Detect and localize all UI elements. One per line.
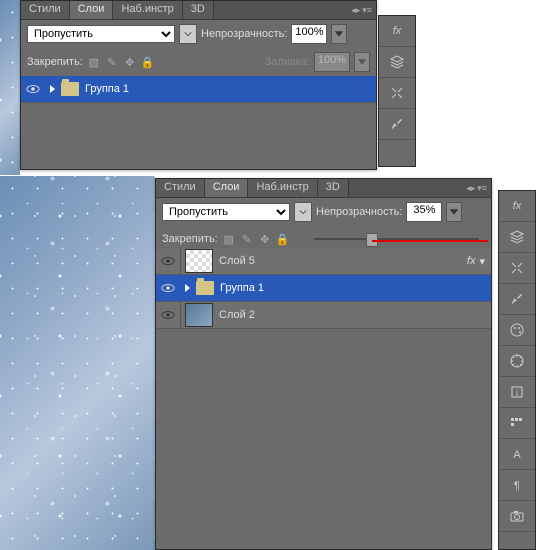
lock-all-icon[interactable]: 🔒 bbox=[141, 55, 155, 69]
svg-text:¶: ¶ bbox=[514, 480, 520, 492]
right-toolstrip-top: fx bbox=[378, 15, 416, 167]
layer-fx-indicator[interactable]: fx▾ bbox=[467, 255, 491, 268]
layer-group-1-b[interactable]: Группа 1 bbox=[156, 275, 491, 302]
annotation-red-underline bbox=[372, 240, 488, 242]
svg-text:i: i bbox=[516, 388, 518, 398]
layer-name[interactable]: Группа 1 bbox=[85, 83, 129, 95]
lock-icons-group: ▧ ✎ ✥ 🔒 bbox=[87, 55, 155, 69]
layer-group-1[interactable]: Группа 1 bbox=[21, 76, 376, 103]
layer-2[interactable]: Слой 2 bbox=[156, 302, 491, 329]
lock-fill-row: Закрепить: ▧ ✎ ✥ 🔒 Заливка: 100% bbox=[21, 48, 376, 76]
lock-label: Закрепить: bbox=[27, 56, 83, 68]
fx-icon[interactable]: fx bbox=[379, 16, 415, 47]
opacity-flyout-button-2[interactable] bbox=[446, 202, 462, 222]
tab-styles[interactable]: Стили bbox=[21, 1, 70, 19]
folder-icon-g1 bbox=[196, 281, 214, 295]
compass-icon[interactable] bbox=[499, 346, 535, 377]
layers-panel-bottom: Стили Слои Наб.инстр 3D ◂▸▾≡ Пропустить … bbox=[155, 178, 492, 550]
opacity-flyout-button[interactable] bbox=[331, 24, 347, 44]
tab-3d[interactable]: 3D bbox=[183, 1, 214, 19]
fill-value: 100% bbox=[314, 52, 350, 72]
svg-text:A: A bbox=[513, 449, 521, 461]
lock-pixels-icon-2[interactable]: ✎ bbox=[240, 232, 254, 246]
tools-icon[interactable] bbox=[379, 78, 415, 109]
visibility-toggle[interactable] bbox=[21, 76, 46, 102]
blend-opacity-row-2: Пропустить Непрозрачность: 35% bbox=[156, 198, 491, 226]
opacity-label: Непрозрачность: bbox=[201, 28, 287, 40]
layer-name-g1[interactable]: Группа 1 bbox=[220, 282, 264, 294]
background-winter-top bbox=[0, 0, 20, 175]
adjustments-icon[interactable] bbox=[499, 408, 535, 439]
lock-position-icon[interactable]: ✥ bbox=[123, 55, 137, 69]
opacity-value-2[interactable]: 35% bbox=[406, 202, 442, 222]
paragraph-icon[interactable]: ¶ bbox=[499, 470, 535, 501]
blend-mode-select[interactable]: Пропустить bbox=[27, 25, 175, 43]
lock-transparency-icon-2[interactable]: ▧ bbox=[222, 232, 236, 246]
text-icon[interactable]: A bbox=[499, 439, 535, 470]
fill-flyout-button[interactable] bbox=[354, 52, 370, 72]
blend-opacity-row: Пропустить Непрозрачность: 100% bbox=[21, 20, 376, 48]
palette-icon[interactable] bbox=[499, 315, 535, 346]
folder-icon bbox=[61, 82, 79, 96]
layers-list: Группа 1 bbox=[21, 76, 376, 103]
lock-icons-group-2: ▧ ✎ ✥ 🔒 bbox=[222, 232, 290, 246]
layers-list-2: Слой 5 fx▾ Группа 1 Слой 2 bbox=[156, 248, 491, 329]
blend-mode-select-2[interactable]: Пропустить bbox=[162, 203, 290, 221]
lock-transparency-icon[interactable]: ▧ bbox=[87, 55, 101, 69]
info-icon[interactable]: i bbox=[499, 377, 535, 408]
expand-icon-g1[interactable] bbox=[185, 284, 190, 292]
layer-thumbnail[interactable] bbox=[185, 249, 213, 273]
lock-position-icon-2[interactable]: ✥ bbox=[258, 232, 272, 246]
layer-5[interactable]: Слой 5 fx▾ bbox=[156, 248, 491, 275]
visibility-toggle-l2[interactable] bbox=[156, 302, 181, 328]
lock-all-icon-2[interactable]: 🔒 bbox=[276, 232, 290, 246]
tab-3d-2[interactable]: 3D bbox=[318, 179, 349, 197]
layers-stack-icon-2[interactable] bbox=[499, 222, 535, 253]
brush-icon[interactable] bbox=[379, 109, 415, 140]
layers-stack-icon[interactable] bbox=[379, 47, 415, 78]
camera-icon[interactable] bbox=[499, 501, 535, 532]
tools-icon-2[interactable] bbox=[499, 253, 535, 284]
visibility-toggle-g1[interactable] bbox=[156, 275, 181, 301]
panel-tabs-2: Стили Слои Наб.инстр 3D ◂▸▾≡ bbox=[156, 179, 491, 198]
layer-thumbnail-l2[interactable] bbox=[185, 303, 213, 327]
fill-label: Заливка: bbox=[265, 56, 310, 68]
tab-toolset-2[interactable]: Наб.инстр bbox=[248, 179, 317, 197]
lock-pixels-icon[interactable]: ✎ bbox=[105, 55, 119, 69]
opacity-value[interactable]: 100% bbox=[291, 24, 327, 44]
expand-icon[interactable] bbox=[50, 85, 55, 93]
visibility-toggle-l5[interactable] bbox=[156, 248, 181, 274]
layer-name-l2[interactable]: Слой 2 bbox=[219, 309, 255, 321]
lock-label-2: Закрепить: bbox=[162, 233, 218, 245]
layer-name-l5[interactable]: Слой 5 bbox=[219, 255, 255, 267]
blend-dropdown-button[interactable] bbox=[179, 24, 197, 44]
background-winter-left bbox=[0, 176, 155, 550]
lock-row-2: Закрепить: ▧ ✎ ✥ 🔒 bbox=[156, 226, 491, 248]
layers-panel-top: Стили Слои Наб.инстр 3D ◂▸▾≡ Пропустить … bbox=[20, 0, 377, 170]
opacity-label-2: Непрозрачность: bbox=[316, 206, 402, 218]
brush-icon-2[interactable] bbox=[499, 284, 535, 315]
panel-tabs: Стили Слои Наб.инстр 3D ◂▸▾≡ bbox=[21, 1, 376, 20]
panel-menu-2[interactable]: ◂▸▾≡ bbox=[466, 179, 491, 197]
blend-dropdown-button-2[interactable] bbox=[294, 202, 312, 222]
tab-layers[interactable]: Слои bbox=[70, 1, 114, 19]
tab-styles-2[interactable]: Стили bbox=[156, 179, 205, 197]
right-toolstrip-bottom: fx i A ¶ bbox=[498, 190, 536, 550]
tab-layers-2[interactable]: Слои bbox=[205, 179, 249, 197]
tab-toolset[interactable]: Наб.инстр bbox=[113, 1, 182, 19]
panel-menu[interactable]: ◂▸▾≡ bbox=[351, 1, 376, 19]
fx-icon-2[interactable]: fx bbox=[499, 191, 535, 222]
opacity-slider[interactable] bbox=[314, 230, 479, 248]
